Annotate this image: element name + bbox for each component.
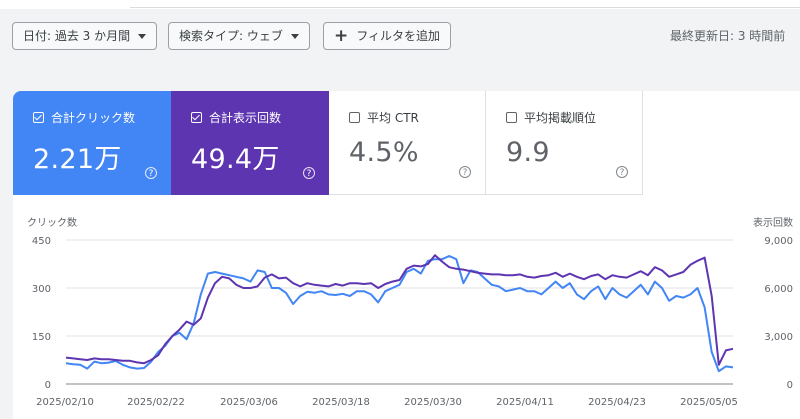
plus-icon: + xyxy=(334,26,349,46)
performance-panel: 合計クリック数 2.21万 ? 合計表示回数 49.4万 ? 平均 CTR 4.… xyxy=(13,91,800,419)
search-type-filter[interactable]: 検索タイプ: ウェブ xyxy=(168,22,310,50)
x-tick-label: 2025/03/06 xyxy=(220,397,278,408)
y-right-tick-label: 3,000 xyxy=(764,332,793,343)
filter-bar: 日付: 過去 3 か月間 検索タイプ: ウェブ + フィルタを追加 最終更新日: … xyxy=(0,9,800,55)
chevron-down-icon xyxy=(290,34,299,39)
search-type-label: 検索タイプ: ウェブ xyxy=(179,29,283,43)
y-right-tick-label: 9,000 xyxy=(764,236,793,247)
add-filter-label: フィルタを追加 xyxy=(356,29,441,43)
y-left-tick-label: 450 xyxy=(32,236,51,247)
y-left-tick-label: 300 xyxy=(32,284,51,295)
add-filter-button[interactable]: + フィルタを追加 xyxy=(323,22,452,50)
performance-chart[interactable]: 0 0 150 3,000 300 6,000 450 9,000 クリック数 表示回数 2025/… xyxy=(13,91,800,419)
top-divider xyxy=(0,0,800,9)
y-right-axis-label: 表示回数 xyxy=(753,216,793,229)
y-left-tick-label: 0 xyxy=(45,380,51,391)
chevron-down-icon xyxy=(138,34,147,39)
x-tick-label: 2025/04/11 xyxy=(496,397,554,408)
y-left-axis-label: クリック数 xyxy=(27,216,77,229)
date-range-label: 日付: 過去 3 か月間 xyxy=(23,29,131,43)
y-left-tick-label: 150 xyxy=(32,332,51,343)
x-tick-label: 2025/03/30 xyxy=(404,397,462,408)
last-updated-text: 最終更新日: 3 時間前 xyxy=(670,29,786,43)
x-tick-label: 2025/05/05 xyxy=(680,397,738,408)
date-range-filter[interactable]: 日付: 過去 3 か月間 xyxy=(12,22,158,50)
clicks-series-line xyxy=(65,255,734,373)
y-right-tick-label: 0 xyxy=(787,380,793,391)
x-tick-label: 2025/04/23 xyxy=(588,397,646,408)
x-tick-label: 2025/03/18 xyxy=(312,397,370,408)
x-tick-label: 2025/02/10 xyxy=(36,397,94,408)
impressions-series-line xyxy=(65,254,734,366)
x-tick-label: 2025/02/22 xyxy=(127,397,185,408)
y-right-tick-label: 6,000 xyxy=(764,284,793,295)
